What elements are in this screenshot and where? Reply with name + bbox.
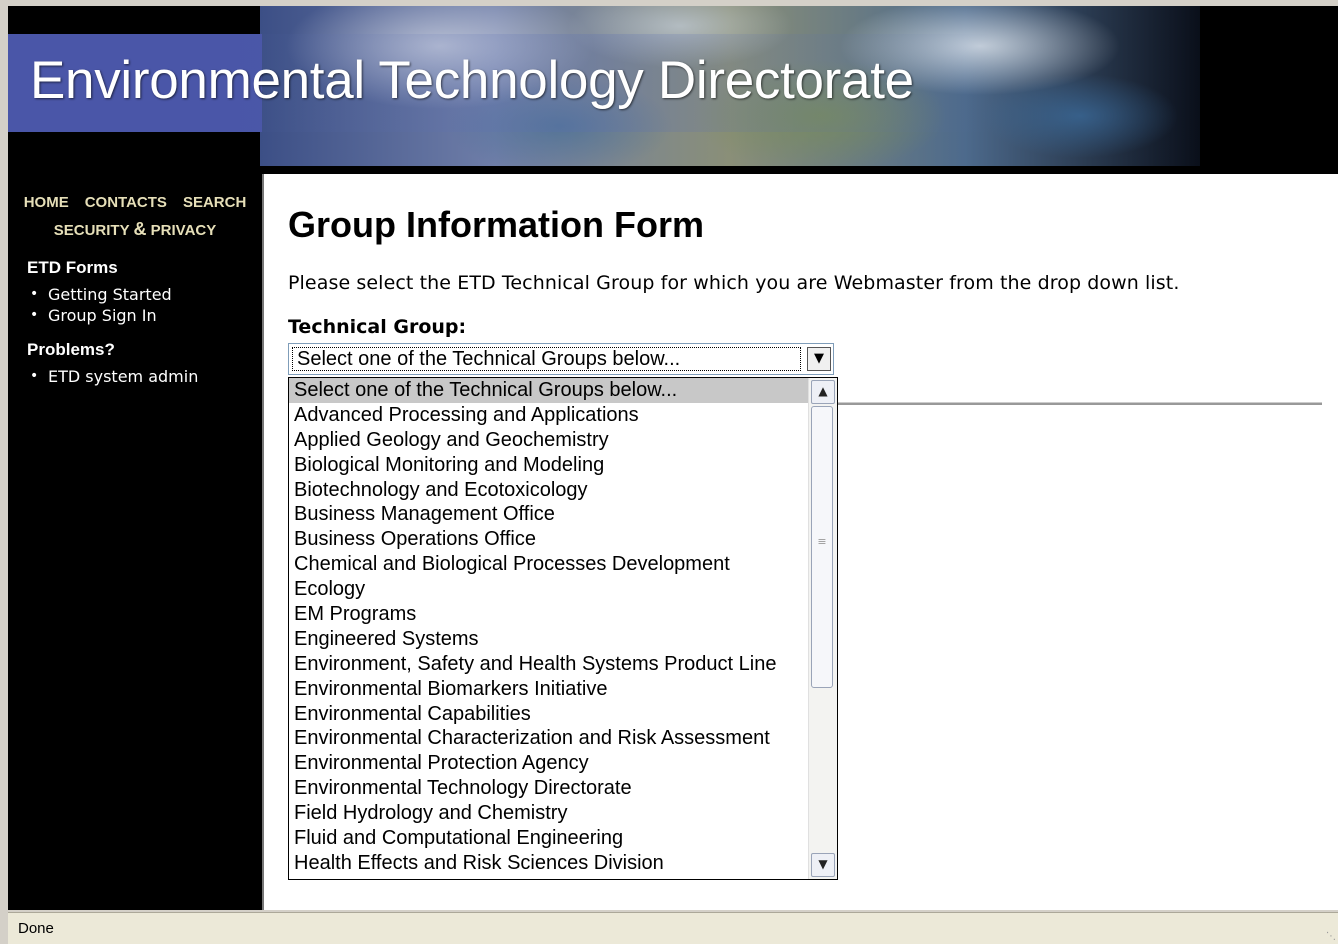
nav-contacts-link[interactable]: CONTACTS [85, 194, 167, 211]
site-banner: Environmental Technology Directorate [8, 6, 1338, 166]
dropdown-option[interactable]: Environment, Safety and Health Systems P… [289, 652, 809, 677]
getting-started-link[interactable]: Getting Started [30, 284, 262, 305]
dropdown-option[interactable]: Biotechnology and Ecotoxicology [289, 478, 809, 503]
site-title: Environmental Technology Directorate [30, 51, 914, 110]
dropdown-option[interactable]: Chemical and Biological Processes Develo… [289, 552, 809, 577]
dropdown-option[interactable]: Field Hydrology and Chemistry [289, 801, 809, 826]
dropdown-option[interactable]: Environmental Protection Agency [289, 751, 809, 776]
dropdown-option[interactable]: Ecology [289, 577, 809, 602]
dropdown-option[interactable]: Applied Geology and Geochemistry [289, 428, 809, 453]
dropdown-option[interactable]: Advanced Processing and Applications [289, 403, 809, 428]
problems-list: ETD system admin [8, 366, 262, 387]
nav-search-link[interactable]: SEARCH [183, 194, 246, 211]
dropdown-option[interactable]: Business Management Office [289, 502, 809, 527]
page-title: Group Information Form [288, 204, 704, 245]
top-nav: HOME CONTACTS SEARCH SECURITY & PRIVACY [8, 166, 262, 244]
grip-icon: ≡ [817, 535, 827, 548]
dropdown-option[interactable]: Environmental Capabilities [289, 702, 809, 727]
system-admin-link[interactable]: ETD system admin [30, 366, 262, 387]
etd-forms-heading: ETD Forms [27, 258, 118, 277]
dropdown-option[interactable]: Health Effects and Risk Sciences Divisio… [289, 851, 809, 876]
status-bar: Done ⋱ [8, 912, 1338, 944]
dropdown-option[interactable]: Select one of the Technical Groups below… [289, 378, 809, 403]
options-list: Select one of the Technical Groups below… [289, 378, 809, 876]
dropdown-option[interactable]: EM Programs [289, 602, 809, 627]
sidebar: HOME CONTACTS SEARCH SECURITY & PRIVACY ET… [8, 166, 262, 910]
nav-security-privacy-link[interactable]: SECURITY & PRIVACY [54, 219, 217, 239]
dropdown-option[interactable]: Engineered Systems [289, 627, 809, 652]
technical-group-dropdown-list[interactable]: Select one of the Technical Groups below… [288, 377, 838, 880]
browser-window: Environmental Technology Directorate HOM… [8, 6, 1338, 910]
dropdown-option[interactable]: Environmental Characterization and Risk … [289, 726, 809, 751]
instructions-text: Please select the ETD Technical Group fo… [288, 272, 1180, 294]
dropdown-option[interactable]: Biological Monitoring and Modeling [289, 453, 809, 478]
scrollbar-thumb[interactable]: ≡ [811, 406, 833, 688]
dropdown-option[interactable]: Fluid and Computational Engineering [289, 826, 809, 851]
select-current-value: Select one of the Technical Groups below… [292, 347, 801, 371]
status-text: Done [18, 920, 54, 937]
technical-group-label: Technical Group: [288, 316, 467, 338]
chevron-down-icon[interactable]: ▼ [811, 853, 835, 877]
group-sign-in-link[interactable]: Group Sign In [30, 305, 262, 326]
dropdown-option[interactable]: Business Operations Office [289, 527, 809, 552]
etd-forms-list: Getting Started Group Sign In [8, 284, 262, 326]
dropdown-scrollbar[interactable]: ▲ ≡ ▼ [808, 378, 837, 879]
chevron-down-icon[interactable]: ▼ [807, 347, 831, 371]
dropdown-option[interactable]: Environmental Biomarkers Initiative [289, 677, 809, 702]
main-content: Group Information Form Please select the… [262, 174, 1338, 910]
chevron-up-icon[interactable]: ▲ [811, 380, 835, 404]
technical-group-select[interactable]: Select one of the Technical Groups below… [288, 343, 834, 375]
dropdown-option[interactable]: Environmental Technology Directorate [289, 776, 809, 801]
divider [834, 402, 1322, 405]
nav-home-link[interactable]: HOME [24, 194, 69, 211]
resize-grip-icon[interactable]: ⋱ [1326, 931, 1336, 942]
problems-heading: Problems? [27, 340, 115, 359]
